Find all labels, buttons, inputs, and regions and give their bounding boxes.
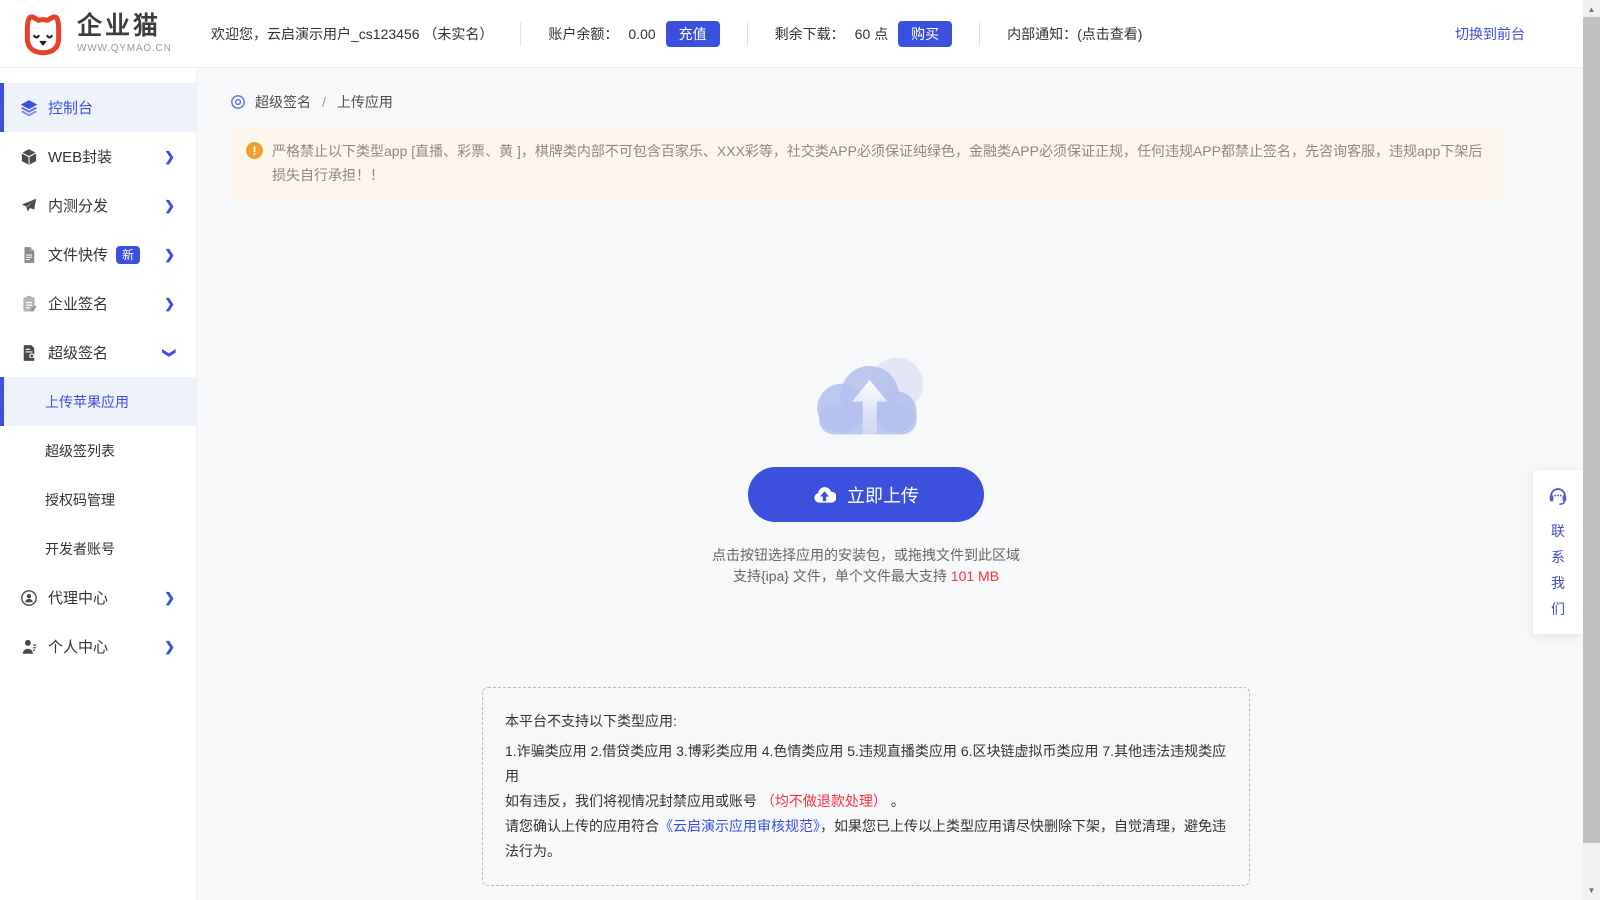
chevron-right-icon: ❯ bbox=[164, 148, 175, 164]
sidebar-item-label: 超级签名 bbox=[48, 345, 109, 362]
sidebar-item-enterprise-signing[interactable]: 企业签名 ❯ bbox=[0, 279, 196, 328]
downloads-value: 60 点 bbox=[854, 25, 889, 42]
chevron-down-icon: ❯ bbox=[162, 347, 178, 358]
brand-name: 企业猫 bbox=[77, 12, 162, 41]
sidebar-subitem-developer-account[interactable]: 开发者账号 bbox=[0, 524, 196, 573]
upload-hint-line1: 点击按钮选择应用的安装包，或拖拽文件到此区域 bbox=[712, 547, 1020, 563]
upload-hint-line2: 支持{ipa} 文件，单个文件最大支持 101 MB bbox=[230, 566, 1502, 587]
chevron-right-icon: ❯ bbox=[164, 295, 175, 311]
user-icon bbox=[20, 638, 38, 656]
chevron-right-icon: ❯ bbox=[164, 638, 175, 654]
breadcrumb-separator: / bbox=[322, 94, 326, 110]
header-divider bbox=[979, 21, 981, 46]
scroll-up-arrow-icon[interactable]: ▲ bbox=[1583, 1, 1600, 18]
sidebar-item-web-packaging[interactable]: WEB封装 ❯ bbox=[0, 132, 196, 181]
chevron-right-icon: ❯ bbox=[164, 197, 175, 213]
rules-categories: 1.诈骗类应用 2.借贷类应用 3.博彩类应用 4.色情类应用 5.违规直播类应… bbox=[505, 743, 1227, 784]
scrollbar-thumb[interactable] bbox=[1583, 17, 1600, 843]
contact-us-tab[interactable]: 联系我们 bbox=[1533, 470, 1583, 634]
upload-dropzone[interactable]: 立即上传 点击按钮选择应用的安装包，或拖拽文件到此区域 支持{ipa} 文件，单… bbox=[230, 200, 1502, 587]
cube-icon bbox=[20, 148, 38, 166]
review-standards-link[interactable]: 《云启演示应用审核规范》 bbox=[659, 818, 820, 834]
unsupported-apps-notice: 本平台不支持以下类型应用: 1.诈骗类应用 2.借贷类应用 3.博彩类应用 4.… bbox=[482, 687, 1250, 886]
downloads-label: 剩余下载： bbox=[774, 25, 845, 42]
sidebar-subitem-label: 上传苹果应用 bbox=[45, 393, 129, 410]
zip-file-icon bbox=[20, 246, 38, 264]
sidebar-item-label: WEB封装 bbox=[48, 149, 113, 166]
internal-notice-link[interactable]: 内部通知：(点击查看) bbox=[1007, 24, 1142, 44]
rules-violation-prefix: 如有违反，我们将视情况封禁应用或账号 bbox=[505, 793, 761, 809]
sidebar-subitem-upload-apple-app[interactable]: 上传苹果应用 bbox=[0, 377, 196, 426]
sidebar-item-label: 文件快传 bbox=[48, 247, 109, 264]
switch-to-front-link[interactable]: 切换到前台 bbox=[1455, 24, 1525, 44]
rules-no-refund: （均不做退款处理） bbox=[760, 793, 887, 809]
chevron-right-icon: ❯ bbox=[164, 589, 175, 605]
brand-logo[interactable]: 企业猫 WWW.QYMAO.CN bbox=[0, 9, 197, 59]
headset-icon bbox=[1547, 484, 1569, 506]
sidebar-subitem-label: 超级签列表 bbox=[45, 442, 115, 459]
sidebar-subitem-super-sign-list[interactable]: 超级签列表 bbox=[0, 426, 196, 475]
sidebar-item-file-transfer[interactable]: 文件快传 新 ❯ bbox=[0, 230, 196, 279]
warning-text: 严格禁止以下类型app [直播、彩票、黄 ]，棋牌类内部不可包含百家乐、XXX彩… bbox=[272, 143, 1483, 183]
vertical-scrollbar[interactable]: ▲ ▼ bbox=[1583, 0, 1600, 900]
sidebar-item-label: 内测分发 bbox=[48, 198, 109, 215]
sidebar-subitem-auth-code-management[interactable]: 授权码管理 bbox=[0, 475, 196, 524]
breadcrumb-page: 上传应用 bbox=[336, 94, 393, 110]
cloud-upload-illustration bbox=[800, 350, 932, 447]
sidebar-item-console[interactable]: 控制台 bbox=[0, 83, 196, 132]
top-header: 企业猫 WWW.QYMAO.CN 欢迎您，云启演示用户_cs123456 （未实… bbox=[0, 0, 1600, 68]
rules-violation-line: 如有违反，我们将视情况封禁应用或账号 （均不做退款处理） 。 bbox=[505, 789, 1227, 814]
scroll-down-arrow-icon[interactable]: ▼ bbox=[1583, 882, 1600, 899]
sidebar-item-beta-distribution[interactable]: 内测分发 ❯ bbox=[0, 181, 196, 230]
buy-button[interactable]: 购买 bbox=[898, 20, 953, 47]
location-target-icon bbox=[230, 94, 246, 110]
cat-logo-icon bbox=[18, 9, 68, 59]
upload-now-button[interactable]: 立即上传 bbox=[748, 467, 984, 522]
layers-icon bbox=[20, 99, 38, 117]
recharge-button[interactable]: 充值 bbox=[665, 20, 720, 47]
sidebar-item-super-signing[interactable]: 超级签名 ❯ bbox=[0, 328, 196, 377]
header-divider bbox=[746, 21, 748, 46]
warning-exclamation-icon: ! bbox=[246, 142, 263, 159]
upload-hint-prefix: 支持{ipa} 文件，单个文件最大支持 bbox=[732, 568, 951, 584]
breadcrumb-section[interactable]: 超级签名 bbox=[255, 92, 311, 112]
sidebar-item-agent-center[interactable]: 代理中心 ❯ bbox=[0, 573, 196, 622]
upload-now-label: 立即上传 bbox=[847, 485, 919, 506]
rules-confirm-prefix: 请您确认上传的应用符合 bbox=[505, 818, 659, 834]
sidebar-subitem-label: 授权码管理 bbox=[45, 491, 115, 508]
brand-domain: WWW.QYMAO.CN bbox=[77, 42, 172, 54]
sidebar-item-label: 控制台 bbox=[48, 100, 94, 117]
clipboard-icon bbox=[20, 295, 38, 313]
rules-title: 本平台不支持以下类型应用: bbox=[505, 713, 677, 729]
sidebar-item-label: 代理中心 bbox=[48, 590, 109, 607]
sidebar-subitem-label: 开发者账号 bbox=[45, 540, 115, 557]
sidebar-nav: 控制台 WEB封装 ❯ 内测分发 ❯ 文件快传 新 ❯ 企业签名 ❯ 超级签名 … bbox=[0, 68, 197, 900]
balance-value: 0.00 bbox=[628, 25, 656, 42]
sidebar-item-personal-center[interactable]: 个人中心 ❯ bbox=[0, 622, 196, 671]
balance-label: 账户余额： bbox=[548, 25, 619, 42]
rules-violation-suffix: 。 bbox=[886, 793, 905, 809]
rules-confirm-line: 请您确认上传的应用符合《云启演示应用审核规范》，如果您已上传以上类型应用请尽快删… bbox=[505, 814, 1227, 864]
header-divider bbox=[520, 21, 522, 46]
main-content: 超级签名 / 上传应用 ! 严格禁止以下类型app [直播、彩票、黄 ]，棋牌类… bbox=[197, 68, 1583, 900]
max-file-size: 101 MB bbox=[950, 568, 1000, 584]
agent-circle-icon bbox=[20, 589, 38, 607]
chevron-right-icon: ❯ bbox=[164, 246, 175, 262]
sidebar-item-label: 个人中心 bbox=[48, 639, 109, 656]
sidebar-item-label: 企业签名 bbox=[48, 296, 109, 313]
welcome-text: 欢迎您，云启演示用户_cs123456 （未实名） bbox=[211, 25, 494, 42]
new-badge: 新 bbox=[116, 245, 141, 264]
paper-plane-icon bbox=[20, 197, 38, 215]
certificate-file-icon bbox=[20, 344, 38, 362]
cloud-upload-icon bbox=[813, 486, 836, 504]
breadcrumb: 超级签名 / 上传应用 bbox=[230, 68, 1502, 112]
contact-us-label: 联系我们 bbox=[1551, 523, 1565, 617]
warning-banner: ! 严格禁止以下类型app [直播、彩票、黄 ]，棋牌类内部不可包含百家乐、XX… bbox=[230, 126, 1502, 200]
